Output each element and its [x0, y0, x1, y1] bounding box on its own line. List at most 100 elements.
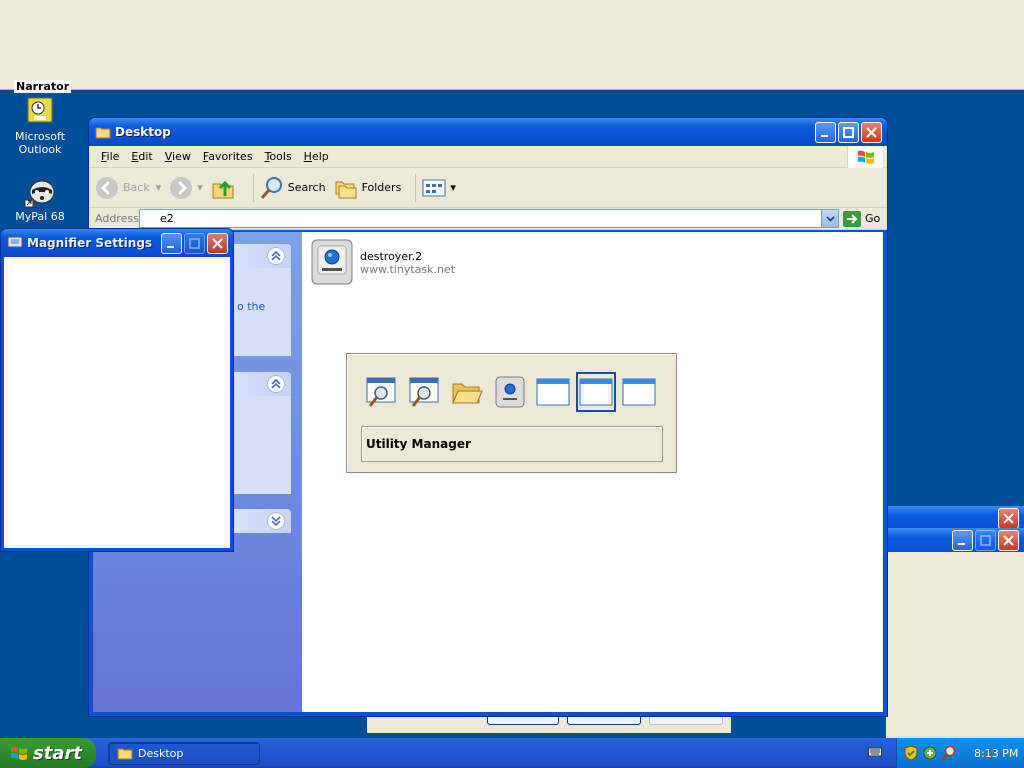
window-icon	[622, 378, 656, 406]
back-button[interactable]: Back ▾	[95, 176, 161, 200]
menu-tools[interactable]: Tools	[265, 150, 292, 163]
back-label: Back	[123, 181, 150, 194]
back-arrow-icon	[96, 176, 118, 199]
menu-edit[interactable]: Edit	[131, 150, 152, 163]
magnifier-tray-icon[interactable]	[941, 745, 957, 761]
minimize-button[interactable]	[952, 529, 973, 551]
switcher-item[interactable]	[619, 372, 659, 412]
close-button[interactable]	[207, 232, 228, 254]
toolbar-separator	[252, 173, 254, 202]
close-icon	[1003, 512, 1014, 524]
file-item[interactable]: destroyer.2 www.tinytask.net	[310, 238, 455, 286]
address-input[interactable]: e2	[139, 209, 839, 228]
magnifier-icon	[366, 377, 396, 407]
search-label: Search	[287, 181, 326, 194]
expand-button[interactable]	[267, 512, 285, 530]
task-switcher: Utility Manager	[346, 353, 677, 473]
clock[interactable]: 8:13 PM	[974, 747, 1018, 760]
desktop-icon-label: Microsoft	[14, 130, 66, 143]
partial-window-titlebar[interactable]	[886, 506, 1024, 530]
switcher-item[interactable]	[404, 372, 444, 412]
maximize-button[interactable]	[838, 121, 859, 143]
chevron-up-icon	[271, 251, 281, 261]
utility-manager-icon[interactable]	[922, 745, 938, 761]
forward-button[interactable]: ▾	[169, 176, 203, 200]
close-button[interactable]	[861, 121, 882, 143]
address-value: e2	[160, 212, 174, 225]
tinytask-icon	[311, 239, 353, 285]
raccoon-icon	[24, 180, 55, 208]
magnifier-titlebar[interactable]: Magnifier Settings	[1, 229, 233, 257]
standard-toolbar: Back ▾ ▾ Search Folders ▾	[89, 168, 887, 208]
partial-window	[886, 528, 1024, 738]
folders-label: Folders	[361, 181, 402, 194]
switcher-label: Utility Manager	[361, 426, 663, 462]
keyboard-icon[interactable]	[868, 746, 882, 758]
views-icon	[422, 179, 446, 196]
file-name: destroyer.2	[360, 250, 423, 263]
file-subtitle: www.tinytask.net	[360, 263, 456, 276]
menu-favorites[interactable]: Favorites	[203, 150, 253, 163]
address-dropdown-button[interactable]	[821, 210, 838, 227]
close-icon	[212, 237, 223, 249]
maximize-icon	[843, 126, 854, 138]
windows-logo	[847, 146, 883, 168]
menu-view[interactable]: View	[165, 150, 191, 163]
chevron-down-icon	[825, 215, 835, 222]
close-icon	[866, 126, 877, 138]
tinytask-icon	[495, 376, 525, 408]
up-button[interactable]	[211, 176, 239, 200]
explorer-titlebar[interactable]: Desktop	[89, 118, 887, 146]
taskbar-button-desktop[interactable]: Desktop	[108, 741, 260, 765]
desktop-icon-mypal[interactable]: MyPal 68	[2, 176, 78, 223]
views-button[interactable]: ▾	[422, 178, 456, 198]
desktop-icon-label: MyPal 68	[15, 210, 65, 223]
magnifier-settings-window: Magnifier Settings	[0, 228, 234, 552]
folders-icon	[335, 181, 357, 198]
security-shield-icon[interactable]	[903, 745, 919, 761]
go-arrow-icon	[843, 210, 861, 227]
switcher-item[interactable]	[490, 372, 530, 412]
desktop-icon-outlook[interactable]: Microsoft Outlook	[2, 96, 78, 156]
toolbar-separator	[415, 173, 417, 202]
minimize-button[interactable]	[161, 232, 182, 254]
windows-flag-icon	[11, 746, 27, 760]
chevron-down-icon	[271, 516, 281, 526]
magnifier-app-icon	[7, 236, 23, 248]
folders-button[interactable]: Folders	[334, 176, 402, 200]
switcher-item[interactable]	[447, 372, 487, 412]
dropdown-arrow-icon: ▾	[155, 181, 162, 194]
go-button[interactable]: Go	[839, 210, 887, 227]
maximize-button	[184, 232, 205, 254]
switcher-item[interactable]	[361, 372, 401, 412]
close-button[interactable]	[998, 529, 1019, 551]
start-label: start	[33, 742, 82, 764]
menu-file[interactable]: File	[101, 150, 119, 163]
collapse-button[interactable]	[267, 375, 285, 393]
maximize-button	[975, 529, 996, 551]
search-button[interactable]: Search	[260, 176, 326, 200]
switcher-icons	[361, 372, 662, 412]
magnifier-view-strip	[0, 0, 1024, 90]
task-link[interactable]: o the	[237, 300, 265, 313]
folder-up-icon	[212, 180, 234, 198]
minimize-icon	[167, 245, 174, 248]
address-label: Address	[95, 212, 139, 225]
minimize-icon	[958, 542, 965, 545]
taskbar-button-label: Desktop	[138, 746, 184, 760]
window-title: Desktop	[115, 125, 171, 139]
address-bar: Address e2 Go	[89, 208, 887, 230]
switcher-item[interactable]	[533, 372, 573, 412]
collapse-button[interactable]	[267, 247, 285, 265]
menu-bar: File Edit View Favorites Tools Help	[89, 146, 887, 168]
desktop-icon-label: Outlook	[18, 143, 62, 156]
forward-arrow-icon	[170, 176, 193, 199]
start-button[interactable]: start	[0, 738, 96, 768]
dropdown-arrow-icon: ▾	[450, 181, 456, 194]
system-tray: 8:13 PM	[896, 738, 1024, 768]
partial-window-titlebar[interactable]	[886, 528, 1024, 552]
switcher-item-selected[interactable]	[576, 372, 616, 412]
menu-help[interactable]: Help	[304, 150, 329, 163]
minimize-button[interactable]	[815, 121, 836, 143]
close-button[interactable]	[998, 507, 1019, 529]
